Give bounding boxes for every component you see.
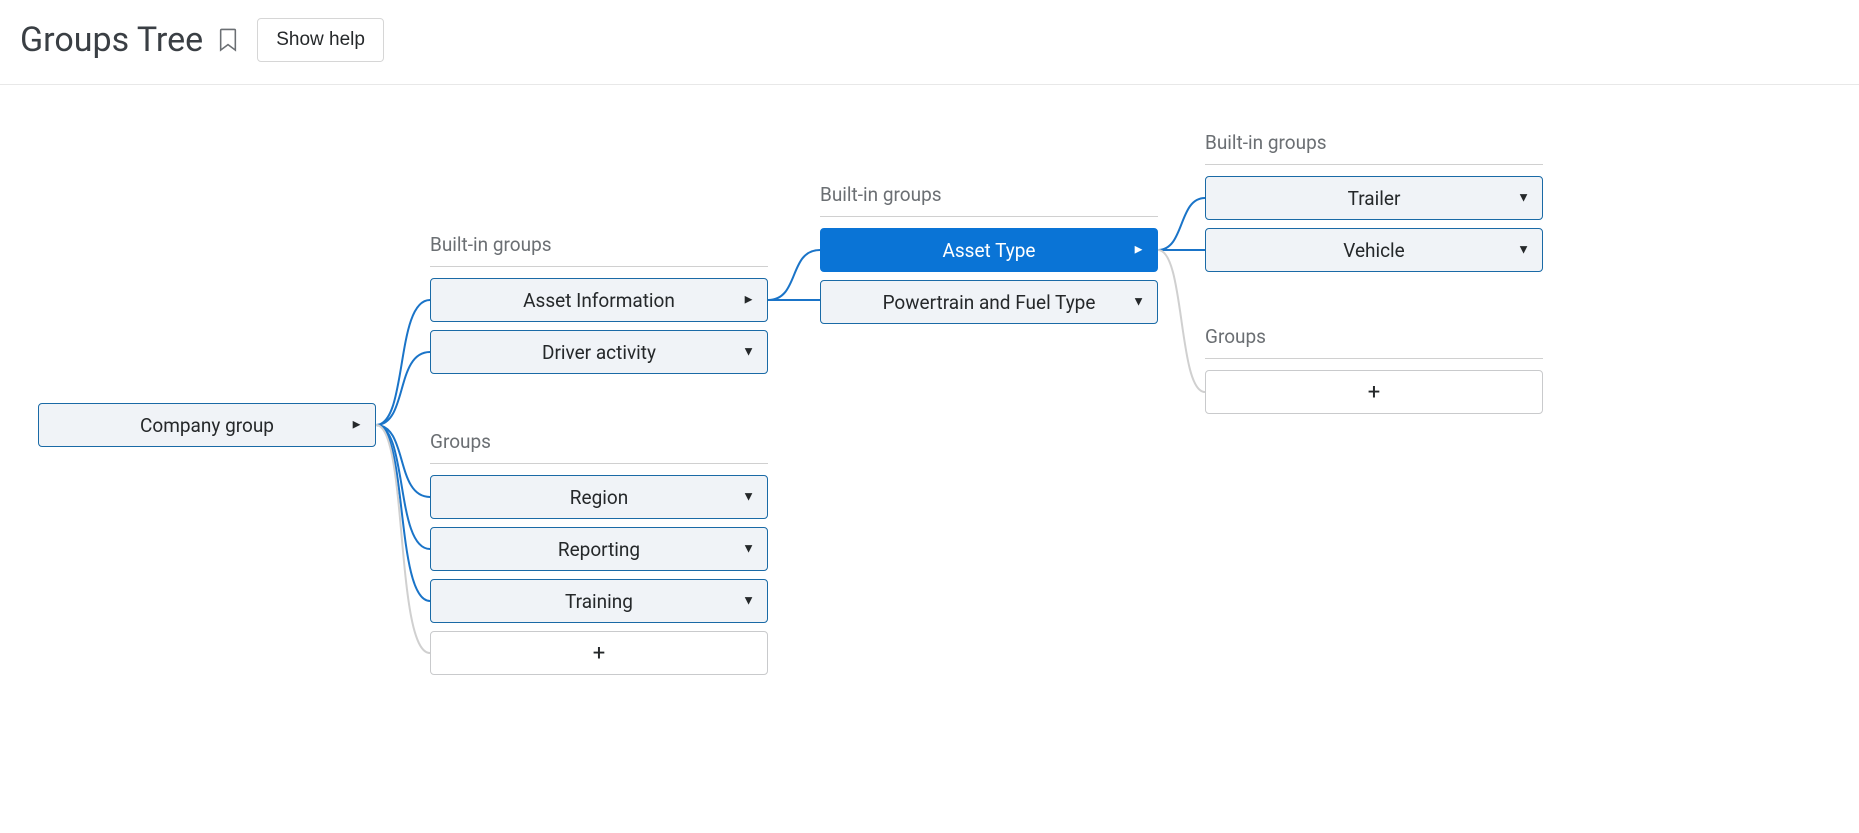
node-driver-activity[interactable]: Driver activity ▼ bbox=[430, 330, 768, 374]
node-label: Company group bbox=[39, 414, 375, 437]
chevron-down-icon: ▼ bbox=[1517, 244, 1530, 257]
node-training[interactable]: Training ▼ bbox=[430, 579, 768, 623]
chevron-down-icon: ▼ bbox=[742, 595, 755, 608]
node-trailer[interactable]: Trailer ▼ bbox=[1205, 176, 1543, 220]
node-vehicle[interactable]: Vehicle ▼ bbox=[1205, 228, 1543, 272]
node-reporting[interactable]: Reporting ▼ bbox=[430, 527, 768, 571]
node-label: Asset Type bbox=[821, 239, 1157, 262]
tree-canvas: Company group ► Built-in groups Groups A… bbox=[0, 85, 1859, 830]
section-heading-builtin-l3: Built-in groups bbox=[820, 183, 1158, 217]
chevron-right-icon: ► bbox=[350, 419, 363, 432]
node-label: Vehicle bbox=[1206, 239, 1542, 262]
node-label: Powertrain and Fuel Type bbox=[821, 291, 1157, 314]
plus-icon: + bbox=[1206, 380, 1542, 405]
section-heading-groups-l2: Groups bbox=[430, 430, 768, 464]
chevron-down-icon: ▼ bbox=[742, 543, 755, 556]
chevron-down-icon: ▼ bbox=[1132, 296, 1145, 309]
node-label: Asset Information bbox=[431, 289, 767, 312]
node-powertrain-fuel[interactable]: Powertrain and Fuel Type ▼ bbox=[820, 280, 1158, 324]
page-header: Groups Tree Show help bbox=[0, 0, 1859, 85]
add-group-button-l4[interactable]: + bbox=[1205, 370, 1543, 414]
node-label: Reporting bbox=[431, 538, 767, 561]
page-title: Groups Tree bbox=[20, 20, 203, 60]
node-asset-information[interactable]: Asset Information ► bbox=[430, 278, 768, 322]
chevron-down-icon: ▼ bbox=[1517, 192, 1530, 205]
node-region[interactable]: Region ▼ bbox=[430, 475, 768, 519]
chevron-right-icon: ► bbox=[1132, 244, 1145, 257]
node-asset-type[interactable]: Asset Type ► bbox=[820, 228, 1158, 272]
node-label: Trailer bbox=[1206, 187, 1542, 210]
node-company-group[interactable]: Company group ► bbox=[38, 403, 376, 447]
plus-icon: + bbox=[431, 641, 767, 666]
chevron-down-icon: ▼ bbox=[742, 346, 755, 359]
section-heading-groups-l4: Groups bbox=[1205, 325, 1543, 359]
node-label: Driver activity bbox=[431, 341, 767, 364]
chevron-down-icon: ▼ bbox=[742, 491, 755, 504]
node-label: Region bbox=[431, 486, 767, 509]
add-group-button-l2[interactable]: + bbox=[430, 631, 768, 675]
section-heading-builtin-l2: Built-in groups bbox=[430, 233, 768, 267]
bookmark-icon[interactable] bbox=[215, 25, 241, 55]
show-help-button[interactable]: Show help bbox=[257, 18, 384, 62]
node-label: Training bbox=[431, 590, 767, 613]
section-heading-builtin-l4: Built-in groups bbox=[1205, 131, 1543, 165]
chevron-right-icon: ► bbox=[742, 294, 755, 307]
